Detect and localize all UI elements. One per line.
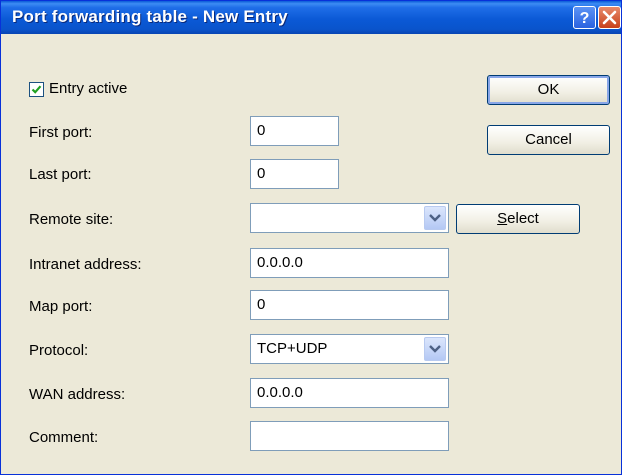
map-port-label: Map port: xyxy=(29,298,93,315)
dialog-content: Entry active First port: 0 Last port: 0 … xyxy=(1,34,621,474)
entry-active-checkbox[interactable] xyxy=(29,82,44,97)
select-label: elect xyxy=(507,210,539,227)
intranet-address-label: Intranet address: xyxy=(29,256,142,273)
cancel-button[interactable]: Cancel xyxy=(487,125,610,155)
help-button[interactable]: ? xyxy=(573,6,596,29)
last-port-label: Last port: xyxy=(29,166,92,183)
last-port-input[interactable]: 0 xyxy=(250,159,339,189)
ok-button[interactable]: OK xyxy=(487,75,610,105)
remote-site-dropdown-button[interactable] xyxy=(424,206,446,230)
comment-input[interactable] xyxy=(250,421,449,451)
window-title: Port forwarding table - New Entry xyxy=(12,7,288,26)
intranet-address-input[interactable]: 0.0.0.0 xyxy=(250,248,449,278)
first-port-input[interactable]: 0 xyxy=(250,116,339,146)
select-accelerator: S xyxy=(497,210,508,227)
chevron-down-icon xyxy=(429,214,441,222)
close-button[interactable] xyxy=(598,6,621,29)
comment-label: Comment: xyxy=(29,429,99,446)
protocol-value: TCP+UDP xyxy=(257,340,328,357)
protocol-label: Protocol: xyxy=(29,342,89,359)
protocol-combobox[interactable]: TCP+UDP xyxy=(250,334,449,364)
svg-text:?: ? xyxy=(580,10,590,27)
question-mark-icon: ? xyxy=(580,10,590,27)
protocol-dropdown-button[interactable] xyxy=(424,337,446,361)
wan-address-input[interactable]: 0.0.0.0 xyxy=(250,378,449,408)
checkmark-icon xyxy=(31,85,42,94)
wan-address-label: WAN address: xyxy=(29,386,126,403)
title-bar[interactable]: Port forwarding table - New Entry ? xyxy=(1,1,621,34)
dialog-window: Port forwarding table - New Entry ? Entr… xyxy=(0,0,622,475)
close-x-icon xyxy=(602,10,617,25)
chevron-down-icon xyxy=(429,345,441,353)
select-button[interactable]: Select xyxy=(456,204,580,234)
first-port-label: First port: xyxy=(29,124,93,141)
remote-site-combobox[interactable] xyxy=(250,203,449,233)
remote-site-label: Remote site: xyxy=(29,211,114,228)
entry-active-label[interactable]: Entry active xyxy=(49,80,127,97)
map-port-input[interactable]: 0 xyxy=(250,290,449,320)
